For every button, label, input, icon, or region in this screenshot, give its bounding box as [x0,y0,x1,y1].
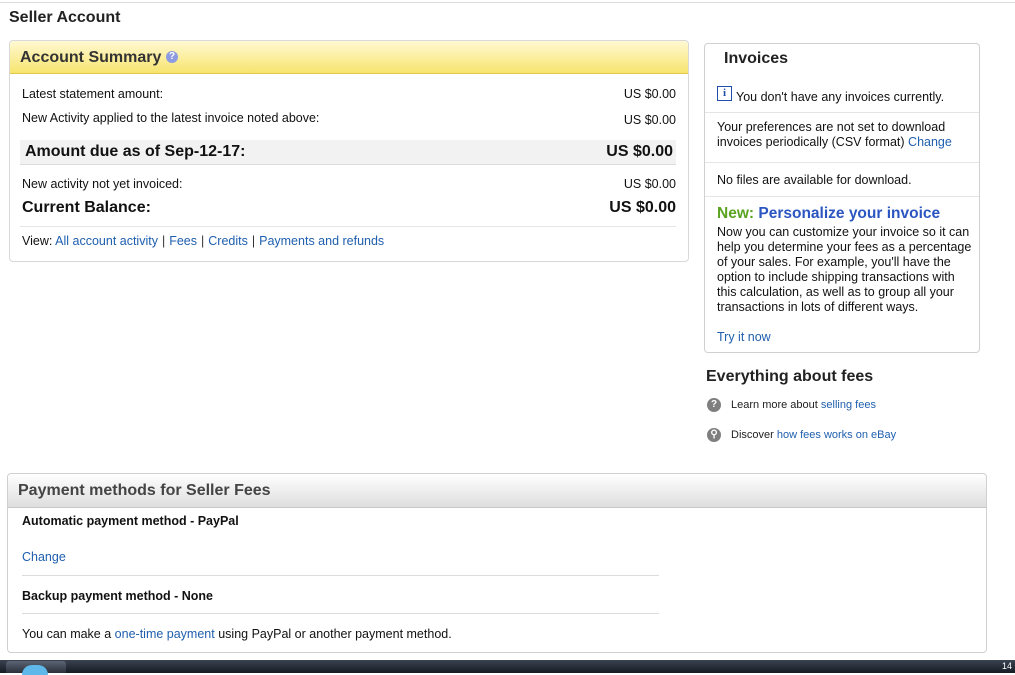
start-button-icon[interactable] [22,665,48,675]
taskbar-clock: 14 [1001,661,1012,671]
divider [705,162,979,163]
personalize-description: Now you can customize your invoice so it… [717,225,972,314]
pipe-separator: | [161,234,166,248]
selling-fees-link[interactable]: selling fees [821,399,876,411]
not-invoiced-row: New activity not yet invoiced: US $0.00 [22,177,676,191]
fees-link[interactable]: Fees [169,234,197,248]
fee-item-text: Discover [731,428,774,441]
invoices-title: Invoices [724,50,789,67]
amount-due-value: US $0.00 [606,143,673,160]
divider [20,226,676,227]
amount-due-label: Amount due as of Sep-12-17: [25,143,246,160]
current-balance-value: US $0.00 [609,199,676,216]
divider [705,196,979,197]
no-files-text: No files are available for download. [717,173,912,187]
page-title: Seller Account [9,9,121,26]
pipe-separator: | [201,234,205,248]
personalize-title: Personalize your invoice [758,205,941,222]
current-balance-row: Current Balance: US $0.00 [22,199,676,217]
payment-methods-panel: Payment methods for Seller Fees Automati… [7,473,987,653]
change-payment-link[interactable]: Change [22,550,66,564]
payment-methods-title: Payment methods for Seller Fees [18,482,271,499]
divider [705,112,979,113]
info-icon: i [717,86,732,101]
all-account-activity-link[interactable]: All account activity [55,234,158,248]
row-value: US $0.00 [623,113,676,127]
account-summary-title: Account Summary [20,49,162,66]
row-value: US $0.00 [623,177,676,191]
how-fees-work-link[interactable]: how fees works on eBay [777,429,896,441]
divider [22,575,659,576]
top-border [0,2,1015,3]
account-summary-header: Account Summary ? [10,41,688,74]
fees-section-title: Everything about fees [706,368,874,385]
one-time-payment-link[interactable]: one-time payment [115,627,215,641]
search-icon: ⚲ [707,428,721,442]
personalize-heading: New: Personalize your invoice [717,205,940,223]
one-time-pre: You can make a [22,627,112,641]
view-links: View: All account activity | Fees | Credits |… [22,234,384,248]
amount-due-row: Amount due as of Sep-12-17: US $0.00 [25,143,673,161]
account-summary-panel: Account Summary ? Latest statement amoun… [9,40,689,262]
fee-item-text: Learn more about [731,398,818,411]
row-label: New Activity applied to the latest invoi… [22,111,320,125]
no-invoices-text: You don't have any invoices currently. [736,90,945,104]
divider [22,613,659,614]
new-activity-applied-row: New Activity applied to the latest invoi… [22,111,676,127]
change-preferences-link[interactable]: Change [908,135,952,149]
question-icon: ? [707,398,721,412]
one-time-payment-text: You can make a one-time payment using Pa… [22,627,452,641]
question-icon[interactable]: ? [166,51,178,63]
credits-link[interactable]: Credits [208,234,248,248]
payments-refunds-link[interactable]: Payments and refunds [259,234,384,248]
fee-item-how-fees-work: ⚲ Discover how fees works on eBay [707,428,896,442]
backup-payment-method: Backup payment method - None [22,589,213,603]
current-balance-label: Current Balance: [22,199,151,216]
row-label: Latest statement amount: [22,87,164,101]
fee-item-selling-fees: ? Learn more about selling fees [707,398,876,412]
view-label: View: [22,234,53,248]
payment-methods-header: Payment methods for Seller Fees [8,474,986,508]
preferences-text: Your preferences are not set to download… [717,120,975,150]
os-taskbar: 14 [0,660,1015,675]
new-badge: New: [717,205,755,222]
row-label: New activity not yet invoiced: [22,177,183,191]
one-time-post: using PayPal or another payment method. [218,627,452,641]
latest-statement-row: Latest statement amount: US $0.00 [22,87,676,101]
pipe-separator: | [251,234,256,248]
row-value: US $0.00 [623,87,676,101]
try-it-now-link[interactable]: Try it now [717,330,771,345]
automatic-payment-method: Automatic payment method - PayPal [22,514,239,528]
invoices-panel: Invoices i You don't have any invoices c… [704,43,980,353]
